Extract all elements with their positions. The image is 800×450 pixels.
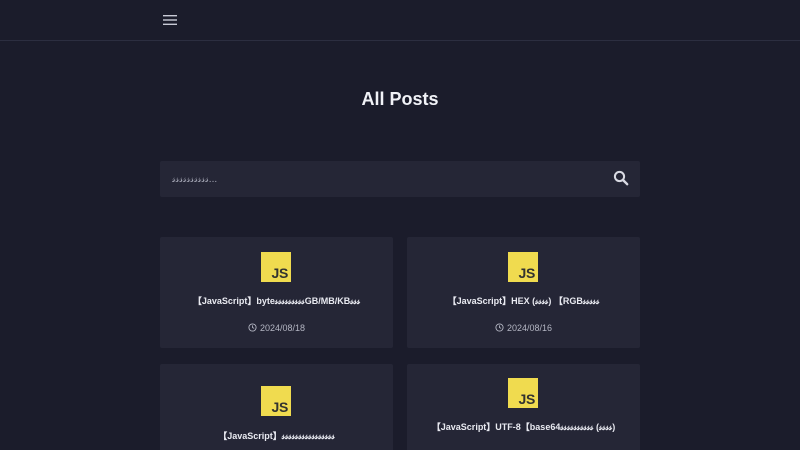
javascript-logo-icon: JS <box>261 252 291 282</box>
post-date: 2024/08/16 <box>407 323 640 333</box>
page-title: All Posts <box>361 89 439 109</box>
search-input[interactable] <box>160 161 600 197</box>
post-card[interactable]: JS 【JavaScript】byte𝓈𝓈𝓈𝓈𝓈𝓈𝓈𝓈𝓈GB/MB/KB𝓈𝓈𝓈 … <box>160 237 393 348</box>
clock-icon <box>248 323 257 332</box>
top-navigation-bar <box>0 0 800 41</box>
post-title: 【JavaScript】byte𝓈𝓈𝓈𝓈𝓈𝓈𝓈𝓈𝓈GB/MB/KB𝓈𝓈𝓈 <box>192 296 361 306</box>
search-bar <box>160 161 640 197</box>
post-card[interactable]: JS 【JavaScript】HEX (𝓈𝓈𝓈𝓈) 【RGB𝓈𝓈𝓈𝓈𝓈 2024… <box>407 237 640 348</box>
clock-icon <box>495 323 504 332</box>
post-date: 2024/08/18 <box>160 323 393 333</box>
hamburger-menu-icon[interactable] <box>160 11 180 29</box>
search-icon[interactable] <box>613 170 629 186</box>
post-card[interactable]: JS 【JavaScript】𝓈𝓈𝓈𝓈𝓈𝓈𝓈𝓈𝓈𝓈𝓈𝓈𝓈𝓈𝓈𝓈 <box>160 364 393 450</box>
post-date-text: 2024/08/18 <box>259 323 306 333</box>
javascript-logo-icon: JS <box>508 378 538 408</box>
javascript-logo-icon: JS <box>261 386 291 416</box>
javascript-logo-icon: JS <box>508 252 538 282</box>
post-title: 【JavaScript】HEX (𝓈𝓈𝓈𝓈) 【RGB𝓈𝓈𝓈𝓈𝓈 <box>447 296 600 306</box>
post-date-text: 2024/08/16 <box>506 323 553 333</box>
post-title: 【JavaScript】𝓈𝓈𝓈𝓈𝓈𝓈𝓈𝓈𝓈𝓈𝓈𝓈𝓈𝓈𝓈𝓈 <box>218 431 335 441</box>
post-title: 【JavaScript】UTF-8【base64𝓈𝓈𝓈𝓈𝓈𝓈𝓈𝓈𝓈𝓈 (𝓈𝓈𝓈𝓈… <box>431 422 616 432</box>
post-card[interactable]: JS 【JavaScript】UTF-8【base64𝓈𝓈𝓈𝓈𝓈𝓈𝓈𝓈𝓈𝓈 (𝓈… <box>407 364 640 450</box>
